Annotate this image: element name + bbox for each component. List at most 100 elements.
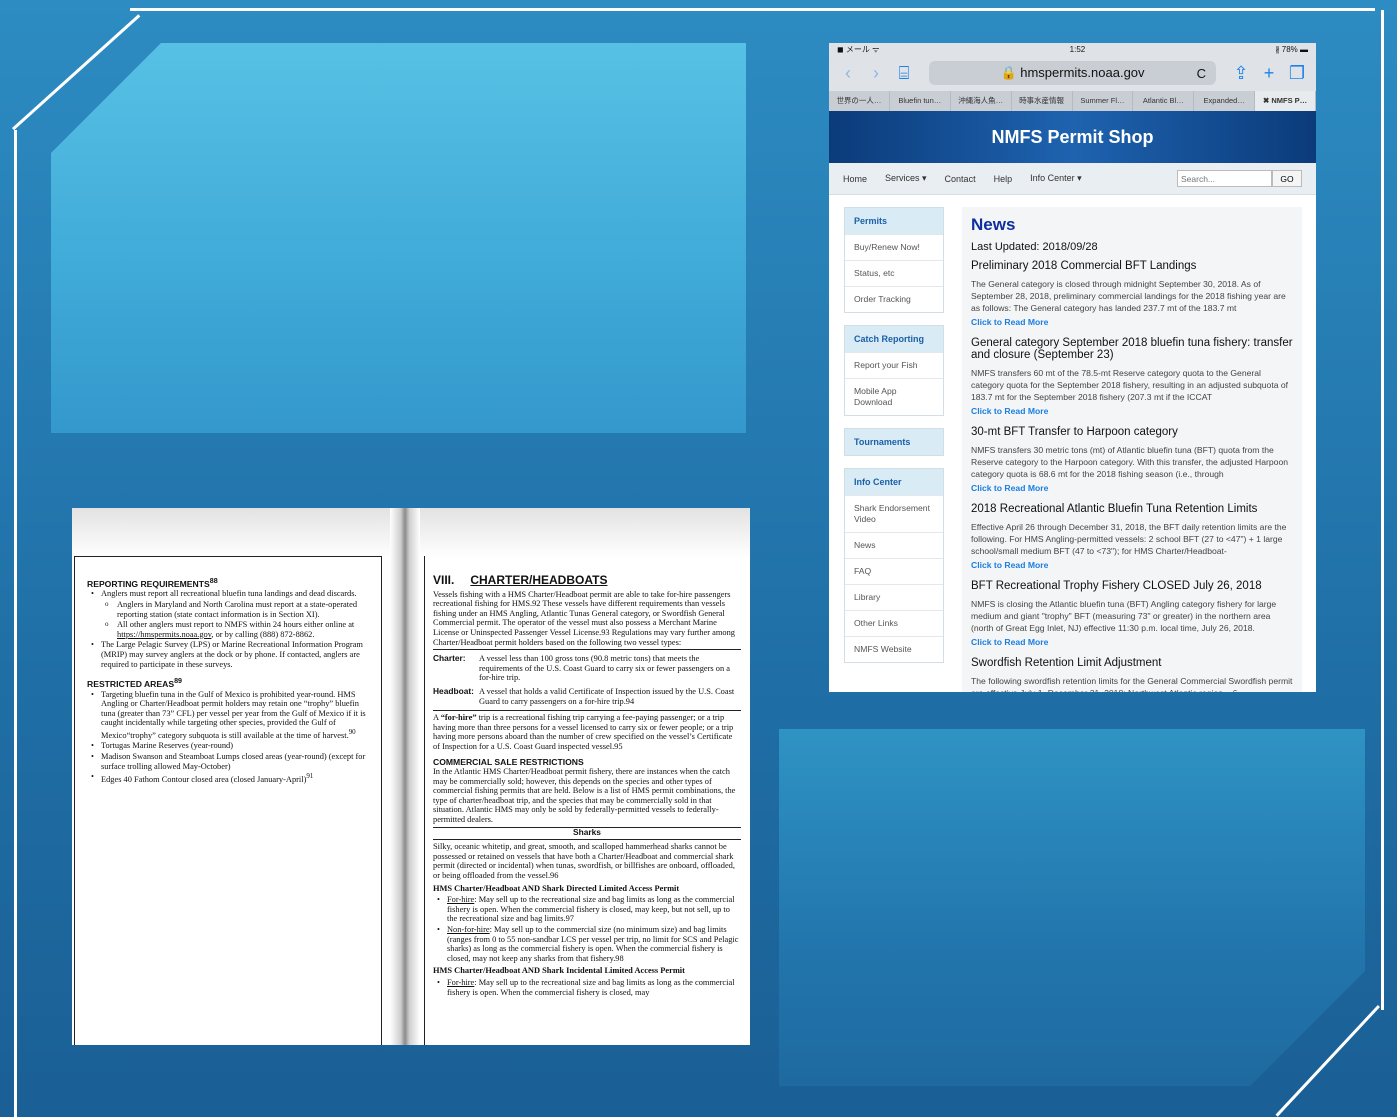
news-item-title: BFT Recreational Trophy Fishery CLOSED J… xyxy=(971,580,1262,592)
browser-tab-active[interactable]: ✖ NMFS P… xyxy=(1255,91,1316,111)
frame-line-top xyxy=(130,8,1375,11)
list-item: Targeting bluefin tuna in the Gulf of Me… xyxy=(87,690,371,741)
page-content: Permits Buy/Renew Now! Status, etc Order… xyxy=(829,195,1316,692)
sidebar-item[interactable]: News xyxy=(845,532,943,558)
sidebar-group-tournaments: Tournaments xyxy=(844,428,944,456)
sidebar-item[interactable]: Mobile App Download xyxy=(845,378,943,415)
read-more-link[interactable]: Click to Read More xyxy=(971,560,1294,570)
sidebar-group-permits: Permits Buy/Renew Now! Status, etc Order… xyxy=(844,207,944,313)
sidebar-group-info-center: Info Center Shark Endorsement Video News… xyxy=(844,468,944,663)
list-item: The Large Pelagic Survey (LPS) or Marine… xyxy=(87,640,371,669)
news-item-title: General category September 2018 bluefin … xyxy=(971,337,1293,361)
menu-info-center[interactable]: Info Center ▾ xyxy=(1030,173,1082,184)
commercial-sale-heading: COMMERCIAL SALE RESTRICTIONS xyxy=(433,756,584,767)
new-tab-icon[interactable]: + xyxy=(1260,63,1278,84)
browser-tab[interactable]: 沖縄海人魚… xyxy=(951,91,1012,111)
url-bar[interactable]: 🔒 hmspermits.noaa.gov C xyxy=(929,61,1216,85)
site-banner: NMFS Permit Shop xyxy=(829,111,1316,163)
share-icon[interactable]: ⇪ xyxy=(1232,63,1250,84)
tabs-overview-icon[interactable]: ❐ xyxy=(1288,63,1306,84)
browser-tab[interactable]: Expanded… xyxy=(1194,91,1256,111)
back-icon[interactable]: ‹ xyxy=(839,63,857,84)
status-time: 1:52 xyxy=(1069,44,1086,54)
sidebar-heading[interactable]: Tournaments xyxy=(845,429,943,455)
reload-icon[interactable]: C xyxy=(1197,66,1206,81)
read-more-link[interactable]: Click to Read More xyxy=(971,406,1294,416)
sidebar-group-catch-reporting: Catch Reporting Report your Fish Mobile … xyxy=(844,325,944,416)
sidebar-item[interactable]: Other Links xyxy=(845,610,943,636)
list-item: For-hire: May sell up to the recreationa… xyxy=(433,895,741,924)
sharks-heading: Sharks xyxy=(433,826,741,838)
sidebar-heading[interactable]: Catch Reporting xyxy=(845,326,943,352)
browser-tab[interactable]: Bluefin tun… xyxy=(890,91,951,111)
reporting-list: Anglers must report all recreational blu… xyxy=(87,589,371,669)
sidebar-item[interactable]: FAQ xyxy=(845,558,943,584)
sidebar-item[interactable]: Buy/Renew Now! xyxy=(845,234,943,260)
news-item-title: 30-mt BFT Transfer to Harpoon category xyxy=(971,426,1178,438)
site-title: NMFS Permit Shop xyxy=(991,126,1154,147)
for-hire-paragraph: A “for-hire” trip is a recreational fish… xyxy=(433,713,734,751)
read-more-link[interactable]: Click to Read More xyxy=(971,483,1294,493)
browser-tab[interactable]: Atlantic Bl… xyxy=(1133,91,1195,111)
permit-incidental-heading: HMS Charter/Headboat AND Shark Incidenta… xyxy=(433,966,685,976)
sidebar-item[interactable]: NMFS Website xyxy=(845,636,943,662)
decorative-panel-top-left xyxy=(51,43,746,433)
forward-icon[interactable]: › xyxy=(867,63,885,84)
list-item: Madison Swanson and Steamboat Lumps clos… xyxy=(87,752,371,771)
list-item: Anglers in Maryland and North Carolina m… xyxy=(87,600,371,619)
news-item-title: 2018 Recreational Atlantic Bluefin Tuna … xyxy=(971,503,1258,515)
sidebar-heading[interactable]: Permits xyxy=(845,208,943,234)
list-item: For-hire: May sell up to the recreationa… xyxy=(433,978,741,997)
booklet-left-page: REPORTING REQUIREMENTS88 Anglers must re… xyxy=(74,556,382,1045)
search-go-button[interactable]: GO xyxy=(1272,170,1302,187)
commercial-sale-paragraph: In the Atlantic HMS Charter/Headboat per… xyxy=(433,767,736,825)
sidebar-item[interactable]: Report your Fish xyxy=(845,352,943,378)
divider xyxy=(433,839,741,841)
sidebar-item[interactable]: Status, etc xyxy=(845,260,943,286)
news-item-body: NMFS transfers 30 metric tons (mt) of At… xyxy=(971,445,1289,479)
sharks-paragraph: Silky, oceanic whitetip, and great, smoo… xyxy=(433,842,735,881)
browser-tab-bar: 世界の一人… Bluefin tun… 沖縄海人魚… 時事水産情報 Summer… xyxy=(829,91,1316,111)
browser-toolbar: ‹ › ⌸ 🔒 hmspermits.noaa.gov C ⇪ + ❐ xyxy=(829,55,1316,91)
sidebar-item[interactable]: Shark Endorsement Video xyxy=(845,495,943,532)
list-item: Anglers must report all recreational blu… xyxy=(87,589,371,599)
status-left: ◼ メール ᯤ xyxy=(837,44,880,54)
browser-tab[interactable]: 時事水産情報 xyxy=(1012,91,1073,111)
read-more-link[interactable]: Click to Read More xyxy=(971,637,1294,647)
frame-line-left xyxy=(14,130,17,1117)
sidebar-item[interactable]: Order Tracking xyxy=(845,286,943,312)
site-search: GO xyxy=(1177,170,1302,187)
sidebar-item[interactable]: Library xyxy=(845,584,943,610)
decorative-panel-bottom-right xyxy=(779,729,1365,1086)
menu-home[interactable]: Home xyxy=(843,174,867,184)
intro-paragraph: Vessels fishing with a HMS Charter/Headb… xyxy=(433,589,735,647)
divider xyxy=(433,649,741,651)
menu-help[interactable]: Help xyxy=(994,174,1013,184)
url-text: 🔒 hmspermits.noaa.gov xyxy=(1000,65,1145,80)
charter-definition: Charter: A vessel less than 100 gross ton… xyxy=(433,653,730,683)
permit-incidental-list: For-hire: May sell up to the recreationa… xyxy=(433,978,741,997)
frame-line-right xyxy=(1381,10,1384,1010)
headboat-definition: Headboat: A vessel that holds a valid Cer… xyxy=(433,685,735,706)
news-item-body: The following swordfish retention limits… xyxy=(971,676,1293,692)
news-item-body: NMFS is closing the Atlantic bluefin tun… xyxy=(971,599,1277,633)
sidebar: Permits Buy/Renew Now! Status, etc Order… xyxy=(844,207,944,692)
news-heading: News xyxy=(971,215,1016,234)
list-item: Non-for-hire: May sell up to the commerc… xyxy=(433,925,741,963)
status-bar: ◼ メール ᯤ 1:52 ∦ 78% ▬ xyxy=(829,43,1316,55)
menu-contact[interactable]: Contact xyxy=(945,174,976,184)
restricted-list: Targeting bluefin tuna in the Gulf of Me… xyxy=(87,690,371,785)
browser-tab[interactable]: 世界の一人… xyxy=(829,91,890,111)
read-more-link[interactable]: Click to Read More xyxy=(971,317,1294,327)
sidebar-heading[interactable]: Info Center xyxy=(845,469,943,495)
menu-services[interactable]: Services ▾ xyxy=(885,173,927,184)
battery-status: ∦ 78% ▬ xyxy=(1275,44,1308,54)
nmfs-permit-shop-screenshot: ◼ メール ᯤ 1:52 ∦ 78% ▬ ‹ › ⌸ 🔒 hmspermits.… xyxy=(829,43,1316,692)
search-input[interactable] xyxy=(1177,170,1272,187)
bookmarks-icon[interactable]: ⌸ xyxy=(895,63,913,84)
news-item-body: NMFS transfers 60 mt of the 78.5-mt Rese… xyxy=(971,368,1289,402)
news-item-title: Preliminary 2018 Commercial BFT Landings xyxy=(971,260,1197,272)
hmspermits-link-text: https://hmspermits.noaa.gov xyxy=(117,629,212,639)
browser-tab[interactable]: Summer Fl… xyxy=(1073,91,1134,111)
reporting-requirements-heading: REPORTING REQUIREMENTS88 xyxy=(87,577,218,589)
